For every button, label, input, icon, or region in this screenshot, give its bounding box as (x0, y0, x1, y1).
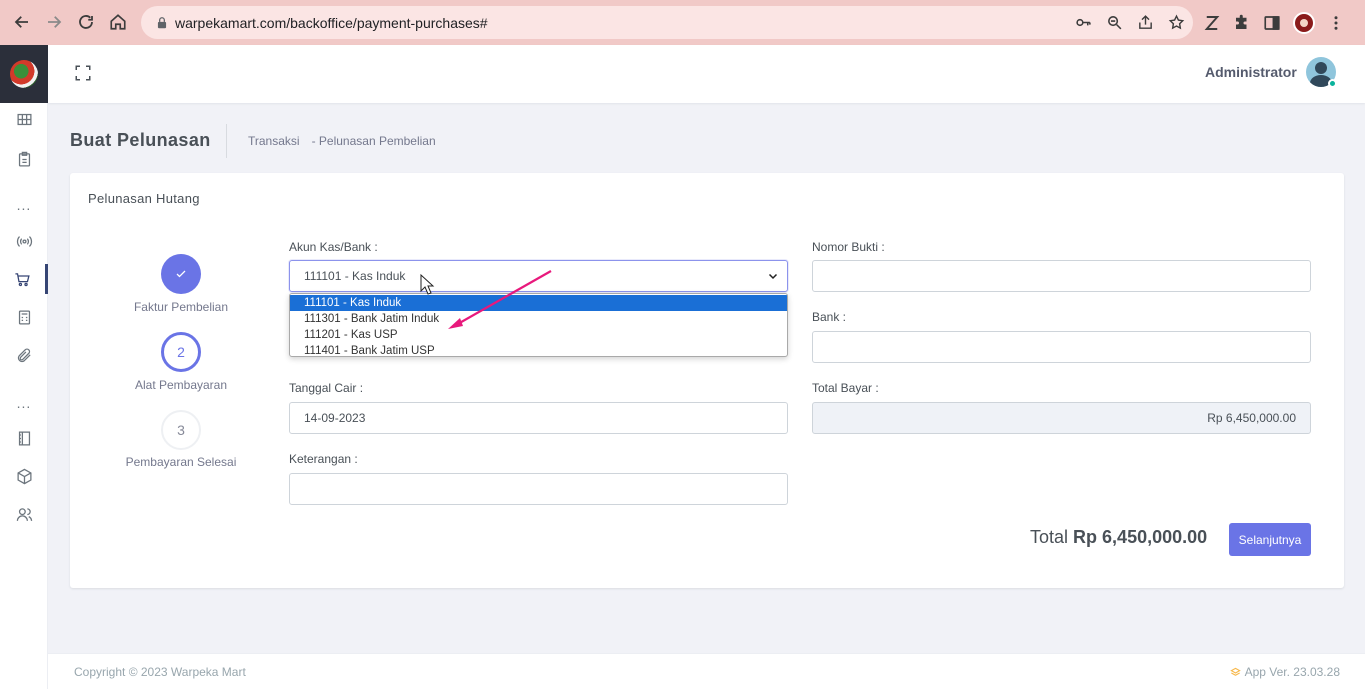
key-icon[interactable] (1075, 14, 1092, 31)
reload-button[interactable] (70, 6, 102, 38)
dropdown-option[interactable]: 111301 - Bank Jatim Induk (290, 311, 787, 327)
reload-icon (79, 15, 93, 29)
sidebar-item-package[interactable] (0, 461, 48, 491)
online-status-dot (1328, 79, 1337, 88)
arrow-left-icon (14, 16, 28, 28)
cart-icon (15, 272, 30, 286)
sidebar-item-broadcast[interactable] (0, 226, 48, 256)
tanggal-cair-label: Tanggal Cair : (289, 381, 364, 395)
step-1-circle (161, 254, 201, 294)
paperclip-icon (17, 348, 31, 362)
calculator-icon (18, 309, 30, 325)
arrow-right-icon (48, 16, 62, 28)
sidepanel-icon[interactable] (1263, 14, 1281, 32)
lock-icon (157, 16, 167, 28)
extension-z-icon[interactable] (1203, 14, 1221, 32)
dropdown-option[interactable]: 111401 - Bank Jatim USP (290, 343, 787, 356)
sidebar-item-dashboard[interactable] (0, 104, 48, 134)
breadcrumb-item-current: - Pelunasan Pembelian (311, 134, 436, 148)
breadcrumb: Transaksi - Pelunasan Pembelian (248, 134, 436, 148)
akun-kas-bank-label: Akun Kas/Bank : (289, 240, 378, 254)
total-bayar-value: Rp 6,450,000.00 (1207, 411, 1296, 425)
sidebar-section-dots-2: ... (16, 395, 32, 411)
total-bayar-label: Total Bayar : (812, 381, 879, 395)
step-2-label: Alat Pembayaran (134, 378, 228, 392)
card-title: Pelunasan Hutang (88, 191, 200, 206)
keterangan-input[interactable] (289, 473, 788, 505)
payment-card: Pelunasan Hutang Faktur Pembelian 2 Alat… (70, 173, 1344, 588)
step-2-circle: 2 (161, 332, 201, 372)
home-button[interactable] (102, 6, 134, 38)
tanggal-cair-input[interactable]: 14-09-2023 (289, 402, 788, 434)
sidebar-item-cart[interactable] (0, 264, 48, 294)
breadcrumb-item-transaksi[interactable]: Transaksi (248, 134, 300, 148)
akun-kas-bank-select[interactable]: 111101 - Kas Induk (289, 260, 788, 292)
footer: Copyright © 2023 Warpeka Mart App Ver. 2… (48, 653, 1365, 689)
fullscreen-icon[interactable] (74, 64, 92, 82)
users-icon (16, 507, 32, 521)
star-icon[interactable] (1168, 14, 1185, 31)
share-icon[interactable] (1137, 14, 1154, 31)
next-button[interactable]: Selanjutnya (1229, 523, 1311, 556)
sidebar-item-users[interactable] (0, 499, 48, 529)
app-header: Administrator (48, 45, 1365, 103)
notebook-icon (18, 430, 30, 446)
url-text: warpekamart.com/backoffice/payment-purch… (175, 14, 488, 31)
tanggal-cair-value: 14-09-2023 (304, 411, 366, 425)
total-summary: Total Rp 6,450,000.00 (1030, 527, 1207, 548)
clipboard-icon (18, 151, 30, 167)
map-icon (16, 113, 32, 125)
zoom-icon[interactable] (1106, 14, 1123, 31)
broadcast-icon (16, 235, 32, 247)
sidebar-item-notebook[interactable] (0, 423, 48, 453)
forward-button[interactable] (38, 6, 70, 38)
step-3-circle: 3 (161, 410, 201, 450)
sidebar: ... ... (0, 45, 48, 689)
app-version-text: App Ver. 23.03.28 (1244, 665, 1340, 679)
sidebar-section-dots: ... (16, 197, 32, 213)
logo-image (10, 60, 38, 88)
app-version: App Ver. 23.03.28 (1229, 665, 1340, 679)
keterangan-label: Keterangan : (289, 452, 358, 466)
sidebar-item-clipboard[interactable] (0, 144, 48, 174)
akun-kas-bank-value: 111101 - Kas Induk (304, 269, 406, 283)
package-icon (16, 468, 32, 484)
dropdown-option[interactable]: 111101 - Kas Induk (290, 295, 787, 311)
back-button[interactable] (6, 6, 38, 38)
home-icon (110, 14, 126, 30)
step-1-label: Faktur Pembelian (133, 300, 229, 314)
puzzle-icon[interactable] (1233, 14, 1251, 32)
sidebar-item-calculator[interactable] (0, 302, 48, 332)
layers-icon (1229, 667, 1241, 676)
total-bayar-input: Rp 6,450,000.00 (812, 402, 1311, 434)
copyright-text: Copyright © 2023 Warpeka Mart (74, 665, 246, 679)
check-icon (176, 270, 186, 278)
total-value: Rp 6,450,000.00 (1073, 527, 1208, 547)
akun-kas-bank-dropdown: 111101 - Kas Induk 111301 - Bank Jatim I… (289, 293, 788, 357)
sidebar-item-attachment[interactable] (0, 340, 48, 370)
page-title: Buat Pelunasan (70, 130, 211, 150)
nomor-bukti-label: Nomor Bukti : (812, 240, 885, 254)
dropdown-option[interactable]: 111201 - Kas USP (290, 327, 787, 343)
step-3-label: Pembayaran Selesai (125, 455, 237, 469)
chevron-down-icon (768, 273, 778, 280)
bank-label: Bank : (812, 310, 847, 324)
browser-toolbar: warpekamart.com/backoffice/payment-purch… (0, 0, 1365, 45)
user-name[interactable]: Administrator (1205, 64, 1297, 80)
title-divider (226, 124, 227, 158)
app-logo[interactable] (0, 45, 48, 103)
address-bar[interactable]: warpekamart.com/backoffice/payment-purch… (141, 6, 1193, 39)
nomor-bukti-input[interactable] (812, 260, 1311, 292)
total-label: Total (1030, 527, 1069, 547)
kebab-menu-icon[interactable] (1327, 14, 1345, 32)
bank-input[interactable] (812, 331, 1311, 363)
browser-profile-avatar[interactable] (1293, 11, 1315, 34)
